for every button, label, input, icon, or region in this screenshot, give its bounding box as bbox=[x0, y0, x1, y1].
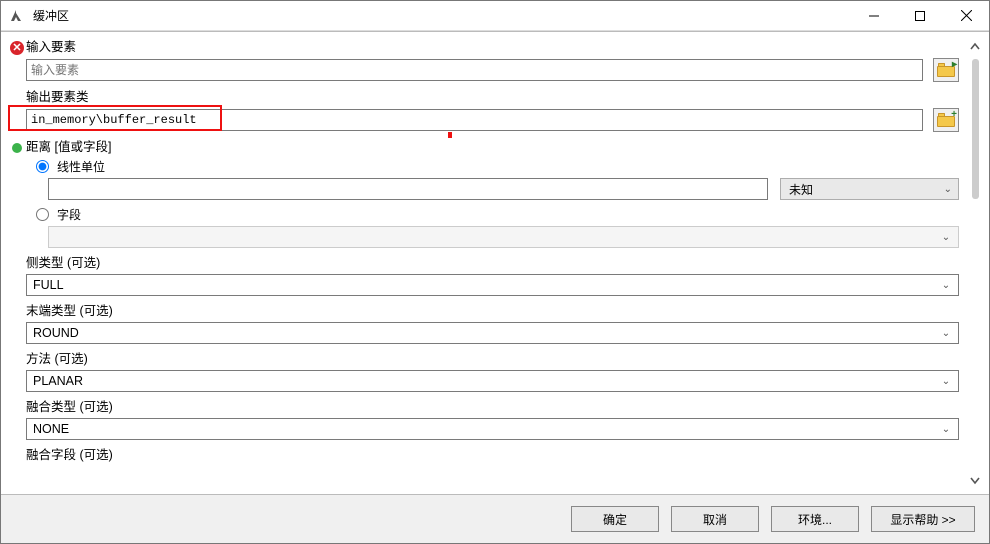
dissolve-type-label: 融合类型 (可选) bbox=[8, 398, 959, 416]
cancel-button[interactable]: 取消 bbox=[671, 506, 759, 532]
field-combo: ⌄ bbox=[48, 226, 959, 248]
chevron-down-icon: ⌄ bbox=[938, 372, 954, 390]
output-fc-field[interactable] bbox=[26, 109, 923, 131]
chevron-down-icon: ⌄ bbox=[938, 276, 954, 294]
field-radio-label: 字段 bbox=[57, 206, 81, 223]
distance-label: 距离 [值或字段] bbox=[8, 138, 959, 156]
method-label: 方法 (可选) bbox=[8, 350, 959, 368]
input-features-browse-button[interactable]: ▸ bbox=[933, 58, 959, 82]
chevron-down-icon: ⌄ bbox=[938, 420, 954, 438]
input-features-label: 输入要素 bbox=[8, 38, 959, 56]
minimize-button[interactable] bbox=[851, 1, 897, 31]
ok-button[interactable]: 确定 bbox=[571, 506, 659, 532]
end-type-value: ROUND bbox=[33, 326, 79, 340]
scroll-thumb[interactable] bbox=[972, 59, 979, 199]
output-fc-label: 输出要素类 bbox=[8, 88, 959, 106]
title-bar: 缓冲区 bbox=[1, 1, 989, 31]
method-combo[interactable]: PLANAR ⌄ bbox=[26, 370, 959, 392]
end-type-label: 末端类型 (可选) bbox=[8, 302, 959, 320]
chevron-down-icon: ⌄ bbox=[938, 324, 954, 342]
method-value: PLANAR bbox=[33, 374, 83, 388]
linear-unit-combo[interactable]: 未知 ⌄ bbox=[780, 178, 959, 200]
dissolve-type-value: NONE bbox=[33, 422, 69, 436]
maximize-button[interactable] bbox=[897, 1, 943, 31]
error-icon: ✕ bbox=[10, 41, 24, 55]
scroll-down-icon[interactable] bbox=[967, 471, 984, 488]
linear-unit-label: 线性单位 bbox=[57, 158, 105, 175]
button-bar: 确定 取消 环境... 显示帮助 >> bbox=[1, 494, 989, 543]
chevron-down-icon: ⌄ bbox=[944, 184, 952, 195]
close-button[interactable] bbox=[943, 1, 989, 31]
input-features-field[interactable] bbox=[26, 59, 923, 81]
environments-button[interactable]: 环境... bbox=[771, 506, 859, 532]
linear-unit-value-field[interactable] bbox=[48, 178, 768, 200]
side-type-combo[interactable]: FULL ⌄ bbox=[26, 274, 959, 296]
side-type-label: 侧类型 (可选) bbox=[8, 254, 959, 272]
dissolve-type-combo[interactable]: NONE ⌄ bbox=[26, 418, 959, 440]
dissolve-field-label: 融合字段 (可选) bbox=[8, 446, 959, 464]
content-area: ✕ 输入要素 ▸ 输出要素类 + 距离 [值或字段] bbox=[1, 31, 989, 494]
field-radio[interactable] bbox=[36, 208, 49, 221]
linear-unit-radio[interactable] bbox=[36, 160, 49, 173]
vertical-scrollbar[interactable] bbox=[963, 38, 987, 488]
linear-unit-combo-value: 未知 bbox=[789, 181, 813, 198]
show-help-button[interactable]: 显示帮助 >> bbox=[871, 506, 975, 532]
chevron-down-icon: ⌄ bbox=[938, 228, 954, 246]
app-icon bbox=[1, 1, 31, 31]
ok-icon bbox=[12, 143, 22, 153]
scroll-up-icon[interactable] bbox=[967, 38, 984, 55]
side-type-value: FULL bbox=[33, 278, 64, 292]
output-fc-browse-button[interactable]: + bbox=[933, 108, 959, 132]
end-type-combo[interactable]: ROUND ⌄ bbox=[26, 322, 959, 344]
window-title: 缓冲区 bbox=[31, 7, 69, 24]
